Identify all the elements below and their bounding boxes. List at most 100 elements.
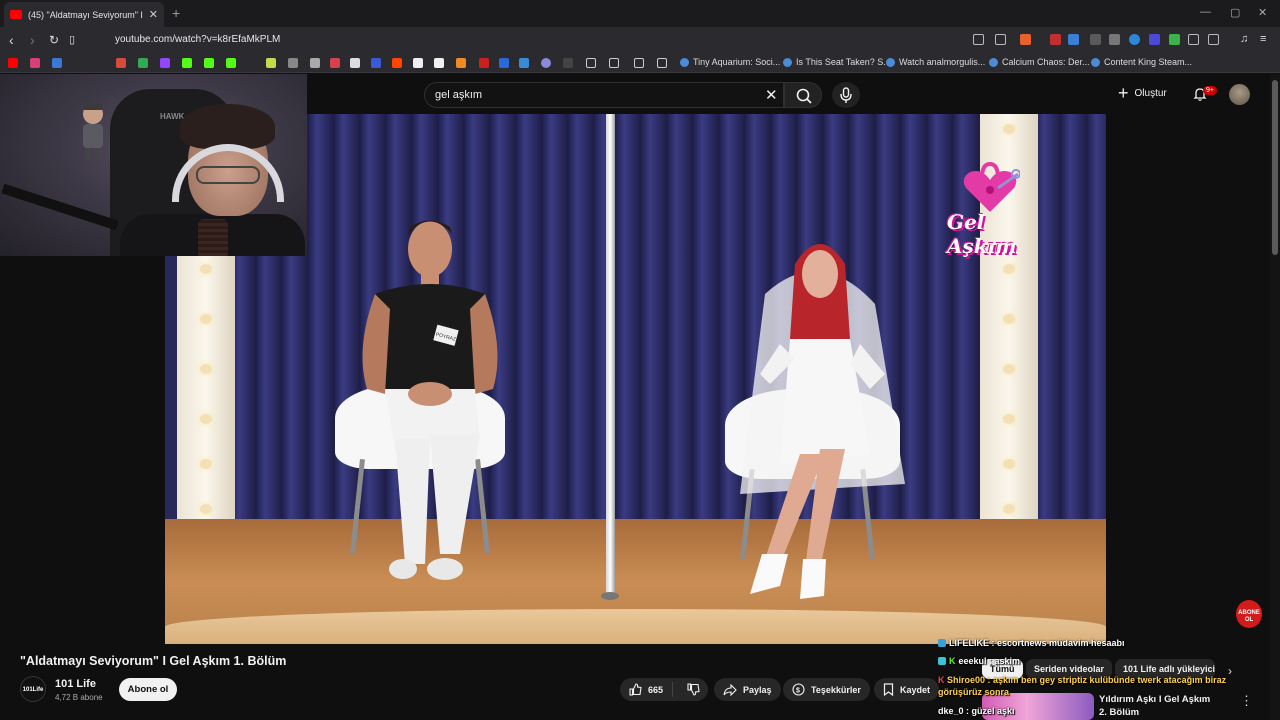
steam-icon bbox=[1091, 57, 1100, 67]
dislike-button[interactable] bbox=[679, 683, 708, 696]
streamer-webcam: HAWK bbox=[0, 74, 307, 256]
account-avatar[interactable] bbox=[1229, 84, 1250, 105]
extension-icon[interactable] bbox=[1149, 34, 1160, 45]
bookmark-link[interactable]: Calcium Chaos: Der... bbox=[989, 57, 1090, 67]
bookmark-link[interactable]: Tiny Aquarium: Soci... bbox=[680, 57, 780, 67]
bookmark-icon[interactable] bbox=[456, 58, 466, 68]
bookmark-icon[interactable]: ▯ bbox=[69, 33, 75, 46]
female-contestant bbox=[740, 244, 905, 599]
like-button[interactable]: 665 bbox=[620, 682, 674, 697]
reload-icon[interactable]: ↻ bbox=[49, 33, 59, 47]
brave-shield-icon[interactable] bbox=[1020, 34, 1031, 45]
extension-icon[interactable] bbox=[1090, 34, 1101, 45]
video-title: "Aldatmayı Seviyorum" I Gel Aşkım 1. Böl… bbox=[20, 654, 287, 668]
bookmark-icon[interactable] bbox=[519, 58, 529, 68]
chat-badge-icon bbox=[938, 639, 946, 647]
subscribe-watermark[interactable]: ABONE OL bbox=[1236, 600, 1262, 628]
chat-message: dke_0 : güzel aşkı bbox=[938, 706, 1015, 716]
folder-icon[interactable] bbox=[586, 58, 596, 68]
plus-icon: + bbox=[1118, 83, 1129, 103]
clear-search-icon[interactable]: ✕ bbox=[765, 86, 778, 104]
youtube-favicon-icon bbox=[10, 10, 22, 19]
show-logo: Gel Aşkım bbox=[945, 150, 1040, 258]
youtube-bookmark-icon[interactable] bbox=[8, 58, 18, 68]
bookmark-icon[interactable] bbox=[541, 58, 551, 68]
bookmark-link[interactable]: Watch analmorgulis... bbox=[886, 57, 985, 67]
subscriber-count: 4,72 B abone bbox=[55, 693, 103, 702]
thanks-button[interactable]: $ Teşekkürler bbox=[783, 678, 870, 701]
bookmark-link[interactable]: Is This Seat Taken? S... bbox=[783, 57, 891, 67]
folder-icon[interactable] bbox=[609, 58, 619, 68]
back-icon[interactable]: ‹ bbox=[9, 32, 14, 48]
chat-text: LIFELIKE : escortnews müdavim hesaabı bbox=[949, 638, 1125, 648]
create-button[interactable]: + Oluştur bbox=[1118, 83, 1167, 103]
extension-icon[interactable] bbox=[1109, 34, 1120, 45]
steam-icon bbox=[783, 57, 792, 67]
channel-avatar[interactable]: 101Life bbox=[20, 676, 46, 702]
bookmark-icon[interactable] bbox=[499, 58, 509, 68]
create-label: Oluştur bbox=[1134, 87, 1167, 99]
save-button[interactable]: Kaydet bbox=[874, 678, 940, 701]
heart-lock-icon bbox=[963, 161, 1020, 212]
chat-badge-icon bbox=[938, 657, 946, 665]
extension-icon[interactable] bbox=[1129, 34, 1140, 45]
bookmark-icon[interactable] bbox=[288, 58, 298, 68]
notification-count-badge: 9+ bbox=[1203, 86, 1217, 95]
close-tab-icon[interactable]: ✕ bbox=[149, 8, 158, 21]
kick-badge: K bbox=[949, 656, 956, 666]
media-icon[interactable]: ♫ bbox=[1240, 33, 1248, 45]
bookmark-icon[interactable] bbox=[371, 58, 381, 68]
share-label: Paylaş bbox=[743, 684, 772, 695]
drive-bookmark-icon[interactable] bbox=[138, 58, 148, 68]
chat-message: K Shiroe00 : aşkım ben gey striptiz kulü… bbox=[938, 674, 1248, 698]
instagram-bookmark-icon[interactable] bbox=[30, 58, 40, 68]
share-icon bbox=[723, 683, 737, 696]
minimize-icon[interactable]: — bbox=[1200, 6, 1211, 18]
extension-icon[interactable] bbox=[1050, 34, 1061, 45]
channel-name[interactable]: 101 Life bbox=[55, 678, 96, 690]
search-input[interactable]: gel aşkım ✕ bbox=[424, 82, 784, 108]
kick-bookmark-icon[interactable] bbox=[182, 58, 192, 68]
x-bookmark-icon[interactable] bbox=[350, 58, 360, 68]
kick-bookmark-icon[interactable] bbox=[204, 58, 214, 68]
gmail-bookmark-icon[interactable] bbox=[116, 58, 126, 68]
reddit-bookmark-icon[interactable] bbox=[392, 58, 402, 68]
scrollbar-thumb[interactable] bbox=[1272, 80, 1278, 255]
bookmark-icon[interactable] bbox=[330, 58, 340, 68]
extension-icon[interactable] bbox=[1169, 34, 1180, 45]
amazon-bookmark-icon[interactable] bbox=[434, 58, 444, 68]
share-page-icon[interactable] bbox=[995, 34, 1006, 45]
folder-icon[interactable] bbox=[657, 58, 667, 68]
bookmark-icon[interactable] bbox=[310, 58, 320, 68]
voice-search-button[interactable] bbox=[832, 82, 860, 108]
bookmark-link[interactable]: Content King Steam... bbox=[1091, 57, 1192, 67]
search-button[interactable] bbox=[784, 82, 822, 108]
bookmark-icon[interactable] bbox=[563, 58, 573, 68]
forward-icon[interactable]: › bbox=[30, 32, 35, 48]
bookmark-icon[interactable] bbox=[479, 58, 489, 68]
close-window-icon[interactable]: ✕ bbox=[1258, 6, 1267, 19]
extensions-puzzle-icon[interactable] bbox=[1188, 34, 1199, 45]
kick-bookmark-icon[interactable] bbox=[226, 58, 236, 68]
subscribe-button[interactable]: Abone ol bbox=[119, 678, 177, 701]
twitch-bookmark-icon[interactable] bbox=[160, 58, 170, 68]
install-app-icon[interactable] bbox=[973, 34, 984, 45]
bookmark-icon[interactable] bbox=[413, 58, 423, 68]
bookmark-icon[interactable] bbox=[266, 58, 276, 68]
bookmarks-bar: Tiny Aquarium: Soci... Is This Seat Take… bbox=[0, 53, 1280, 73]
sidebar-icon[interactable] bbox=[1208, 34, 1219, 45]
steam-icon bbox=[680, 57, 689, 67]
maximize-icon[interactable]: ▢ bbox=[1230, 6, 1240, 19]
new-tab-icon[interactable]: + bbox=[172, 5, 180, 21]
streamer-hair bbox=[180, 104, 275, 149]
extension-icon[interactable] bbox=[1068, 34, 1079, 45]
browser-tab[interactable]: (45) "Aldatmayı Seviyorum" I Gel ✕ bbox=[4, 2, 164, 27]
menu-icon[interactable]: ≡ bbox=[1260, 33, 1266, 45]
share-button[interactable]: Paylaş bbox=[714, 678, 781, 701]
steam-icon bbox=[989, 57, 998, 67]
url-field[interactable]: youtube.com/watch?v=k8rEfaMkPLM bbox=[115, 34, 280, 45]
folder-icon[interactable] bbox=[634, 58, 644, 68]
save-bookmark-icon bbox=[883, 683, 894, 696]
show-logo-text: Gel Aşkım bbox=[947, 210, 1017, 258]
bookmark-icon[interactable] bbox=[52, 58, 62, 68]
